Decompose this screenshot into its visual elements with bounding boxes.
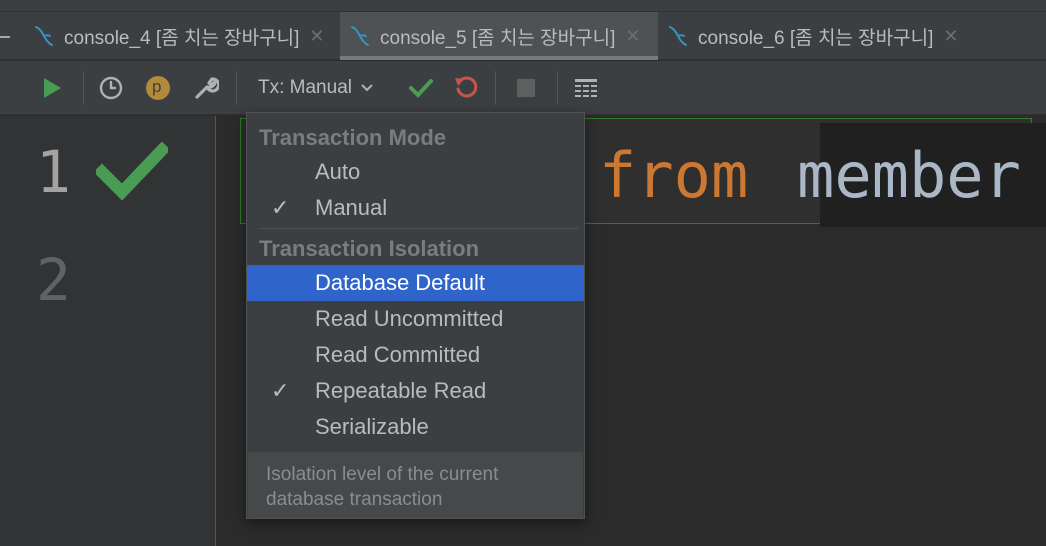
toolbar-separator (83, 71, 84, 105)
transaction-popup-menu: Transaction Mode Auto ✓ Manual Transacti… (246, 112, 585, 519)
line-gutter: 1 2 (24, 116, 216, 546)
tx-mode-dropdown[interactable]: Tx: Manual (258, 61, 384, 115)
tab-scroll-left[interactable] (0, 12, 24, 60)
section-title-transaction-mode: Transaction Mode (259, 125, 447, 150)
window-top-strip (0, 0, 1046, 12)
sql-keyword: from (599, 139, 749, 212)
check-icon (96, 142, 168, 200)
tab-console-4[interactable]: console_4 [좀 치는 장바구니] ✕ (24, 12, 340, 60)
menu-item-read-uncommitted[interactable]: Read Uncommitted (247, 301, 584, 337)
tab-label: console_6 [좀 치는 장바구니] (698, 27, 934, 49)
side-tool-strip (0, 116, 24, 546)
menu-item-label: Repeatable Read (315, 378, 487, 403)
chevron-down-icon (361, 84, 373, 92)
line-number: 2 (36, 246, 71, 314)
close-icon[interactable]: ✕ (625, 26, 640, 47)
toolbar-separator (557, 71, 558, 105)
toolbar-separator (495, 71, 496, 105)
output-table-button[interactable] (570, 61, 602, 115)
line-number: 1 (36, 138, 71, 206)
profile-button[interactable]: p (142, 61, 174, 115)
undo-icon (455, 76, 478, 98)
close-icon[interactable]: ✕ (943, 26, 958, 47)
mysql-dolphin-icon (351, 26, 369, 46)
p-badge-letter: p (152, 77, 162, 96)
tab-console-5[interactable]: console_5 [좀 치는 장바구니] ✕ (340, 12, 658, 60)
clock-icon (99, 76, 123, 100)
run-button[interactable] (36, 61, 68, 115)
play-icon (44, 78, 61, 98)
menu-item-label: Auto (315, 159, 361, 184)
tx-mode-label: Tx: Manual (258, 77, 352, 98)
mysql-dolphin-icon (35, 26, 53, 46)
rollback-button[interactable] (450, 61, 482, 115)
close-icon[interactable]: ✕ (309, 26, 324, 47)
settings-button[interactable] (190, 61, 222, 115)
menu-item-auto[interactable]: Auto (247, 154, 584, 190)
mysql-dolphin-icon (669, 26, 687, 46)
sql-identifier: member (797, 139, 1021, 212)
tab-label: console_5 [좀 치는 장바구니] (380, 27, 616, 49)
table-icon (575, 79, 597, 97)
menu-item-serializable[interactable]: Serializable (247, 409, 584, 445)
console-toolbar: p Tx: Manual (0, 61, 1046, 115)
section-title-transaction-isolation: Transaction Isolation (259, 236, 480, 261)
popup-footer: Isolation level of the current database … (248, 452, 583, 518)
toolbar-separator (236, 71, 237, 105)
history-button[interactable] (96, 61, 126, 115)
menu-item-label: Read Uncommitted (315, 306, 504, 331)
menu-item-label: Manual (315, 195, 388, 220)
menu-item-label: Read Committed (315, 342, 481, 367)
tab-label: console_4 [좀 치는 장바구니] (64, 27, 300, 49)
wrench-icon (195, 77, 219, 99)
menu-divider (259, 228, 578, 229)
check-icon (409, 79, 433, 98)
tab-console-6[interactable]: console_6 [좀 치는 장바구니] ✕ (658, 12, 978, 60)
stop-button[interactable] (510, 61, 542, 115)
menu-item-label: Serializable (315, 414, 429, 439)
menu-item-label: Database Default (315, 270, 485, 295)
check-icon: ✓ (271, 378, 290, 403)
menu-item-read-committed[interactable]: Read Committed (247, 337, 584, 373)
editor-tab-bar: console_4 [좀 치는 장바구니] ✕ console_5 [좀 치는 … (0, 12, 1046, 60)
stop-icon (517, 79, 535, 97)
check-icon: ✓ (271, 195, 290, 220)
popup-footer-hint: Isolation level of the current database … (266, 464, 499, 510)
commit-button[interactable] (405, 61, 437, 115)
menu-item-repeatable-read[interactable]: ✓ Repeatable Read (247, 373, 584, 409)
menu-item-database-default[interactable]: Database Default (247, 265, 584, 301)
menu-item-manual[interactable]: ✓ Manual (247, 190, 584, 226)
